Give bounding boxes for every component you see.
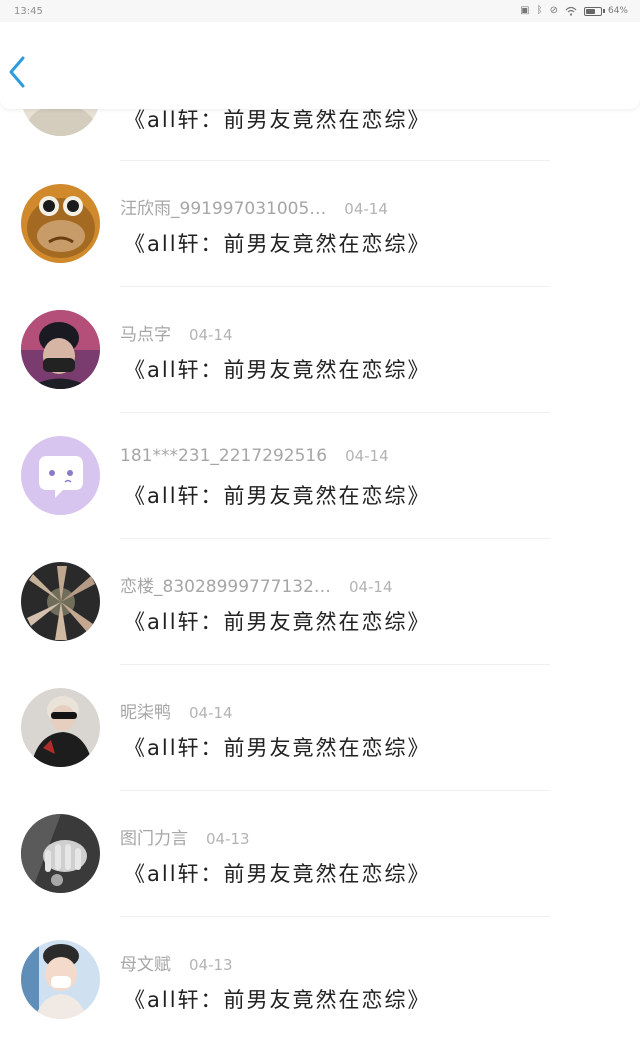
comment-text: 《all轩：前男友竟然在恋综》 <box>124 610 431 634</box>
comment-date: 04-14 <box>345 447 389 465</box>
comment-date: 04-14 <box>344 200 388 218</box>
comment-text: 《all轩：前男友竟然在恋综》 <box>124 988 431 1012</box>
comment-row[interactable]: 汪欣雨_991997031005… 04-14 《all轩：前男友竟然在恋综》 <box>0 160 640 287</box>
wifi-icon <box>565 6 577 16</box>
comment-row[interactable]: 恋楼_83028999777132… 04-14 《all轩：前男友竟然在恋综》 <box>0 538 640 665</box>
comment-text: 《all轩：前男友竟然在恋综》 <box>124 862 431 886</box>
vibrate-icon: ▣ <box>520 5 530 16</box>
comment-date: 04-13 <box>189 956 233 974</box>
username[interactable]: 昵柒鸭 <box>120 698 171 723</box>
back-button[interactable] <box>4 52 30 92</box>
comment-text: 《all轩：前男友竟然在恋综》 <box>124 232 431 256</box>
top-nav-bar <box>0 22 640 109</box>
status-icons: ▣ ᛒ ⊘ 64% <box>520 5 628 17</box>
avatar[interactable] <box>21 436 100 515</box>
comment-text: 《all轩：前男友竟然在恋综》 <box>124 358 431 382</box>
username[interactable]: 恋楼_83028999777132… <box>120 572 331 597</box>
avatar[interactable] <box>21 940 100 1019</box>
comment-row[interactable]: 图门力言 04-13 《all轩：前男友竟然在恋综》 <box>0 790 640 917</box>
bluetooth-icon: ᛒ <box>536 5 543 16</box>
username[interactable]: 母文赋 <box>120 950 171 975</box>
comment-row[interactable]: 181***231_2217292516 04-14 《all轩：前男友竟然在恋… <box>0 412 640 539</box>
status-bar: 13:45 ▣ ᛒ ⊘ 64% <box>0 0 640 22</box>
comment-text: 《all轩：前男友竟然在恋综》 <box>124 736 431 760</box>
avatar[interactable] <box>21 688 100 767</box>
battery-icon: 64% <box>583 6 628 16</box>
chevron-left-icon <box>9 56 25 88</box>
avatar[interactable] <box>21 184 100 263</box>
comment-row[interactable]: 母文赋 04-13 《all轩：前男友竟然在恋综》 <box>0 916 640 1042</box>
avatar[interactable] <box>21 562 100 641</box>
comment-text: 《all轩：前男友竟然在恋综》 <box>124 484 431 508</box>
mute-icon: ⊘ <box>549 5 558 16</box>
comment-date: 04-14 <box>189 326 233 344</box>
battery-percent: 64% <box>607 6 628 16</box>
username[interactable]: 汪欣雨_991997031005… <box>120 194 326 219</box>
username[interactable]: 图门力言 <box>120 824 188 849</box>
comment-row[interactable]: 马点字 04-14 《all轩：前男友竟然在恋综》 <box>0 286 640 413</box>
comment-date: 04-14 <box>189 704 233 722</box>
battery-fill <box>585 8 595 14</box>
avatar[interactable] <box>21 814 100 893</box>
avatar[interactable] <box>21 310 100 389</box>
username[interactable]: 马点字 <box>120 320 171 345</box>
comment-feed[interactable]: 《all轩：前男友竟然在恋综》 汪欣雨_991997031005… 04-14 … <box>0 0 640 1024</box>
comment-date: 04-14 <box>348 578 393 596</box>
username[interactable]: 181***231_2217292516 <box>120 446 327 466</box>
comment-row[interactable]: 昵柒鸭 04-14 《all轩：前男友竟然在恋综》 <box>0 664 640 791</box>
comment-date: 04-13 <box>206 830 250 848</box>
status-time: 13:45 <box>14 5 43 17</box>
